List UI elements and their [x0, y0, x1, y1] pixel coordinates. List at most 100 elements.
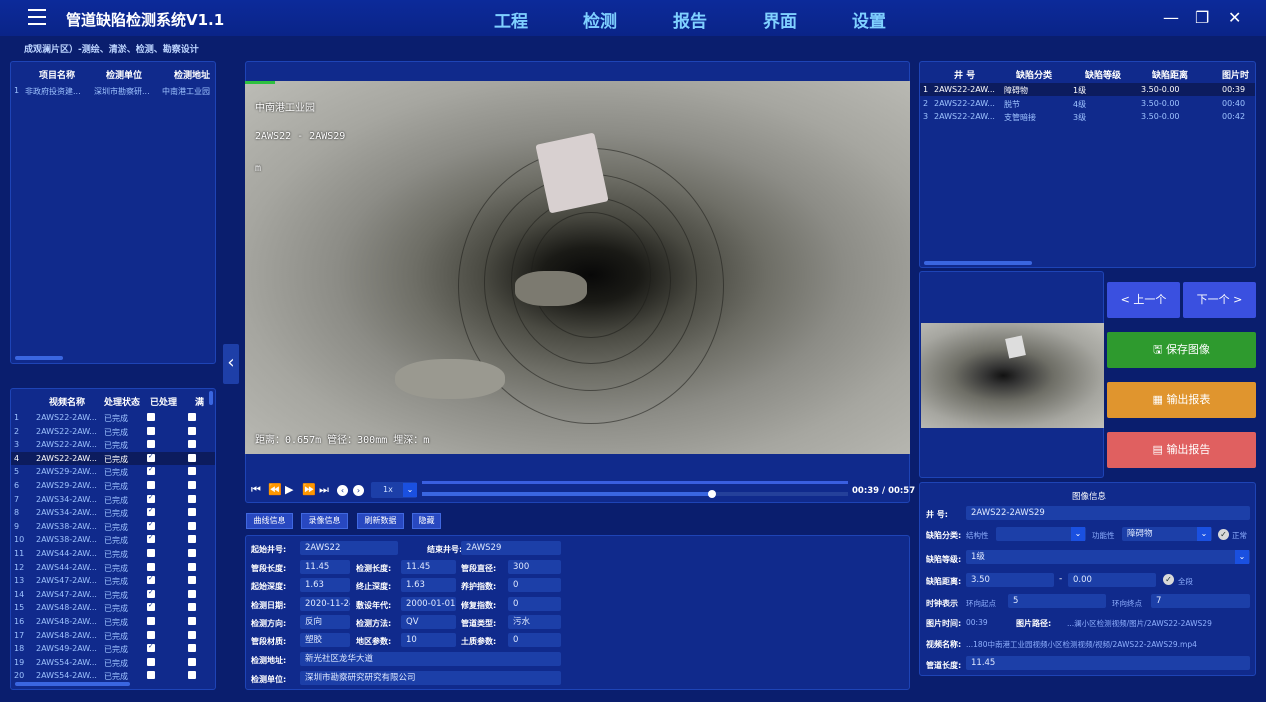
full-checkbox[interactable] [188, 481, 196, 489]
normal-check-icon[interactable]: ✓ [1218, 529, 1229, 540]
play-icon[interactable]: ▶ [285, 483, 293, 496]
next-button[interactable]: 下一个 > [1183, 282, 1256, 318]
full-checkbox[interactable] [188, 589, 196, 598]
step-forward-icon[interactable]: › [353, 485, 364, 496]
full-checkbox[interactable] [188, 576, 196, 585]
diameter-field[interactable]: 300 [508, 560, 561, 574]
hide-button[interactable]: 隐藏 [412, 513, 441, 529]
material-field[interactable]: 塑胶 [300, 633, 350, 647]
full-checkbox[interactable] [188, 521, 196, 530]
table-row[interactable]: 3 2AWS22-2AW... 支管暗接 3级 3.50-0.00 00:42 [920, 110, 1255, 123]
seek-handle[interactable] [707, 490, 716, 498]
full-checkbox[interactable] [188, 617, 196, 625]
pipe-length-field[interactable]: 11.45 [966, 656, 1250, 670]
fast-forward-icon[interactable]: ⏩ [302, 483, 316, 496]
full-section-check-icon[interactable]: ✓ [1163, 574, 1174, 585]
defect-grade-select[interactable]: 1级 [966, 550, 1250, 564]
horizontal-scrollbar[interactable] [15, 682, 130, 686]
processed-checkbox[interactable] [147, 549, 155, 557]
full-checkbox[interactable] [188, 494, 196, 503]
nav-report[interactable]: 报告 [673, 7, 707, 32]
list-item[interactable]: 4 2AWS22-2AW... 已完成 [11, 451, 215, 465]
table-row[interactable]: 2 2AWS22-2AW... 脱节 4级 3.50-0.00 00:40 [920, 97, 1255, 110]
processed-checkbox[interactable] [147, 521, 155, 530]
vertical-scrollbar[interactable] [209, 391, 213, 405]
list-item[interactable]: 20 2AWS54-2AW... 已完成 [11, 669, 215, 682]
ring-end-field[interactable]: 7 [1151, 594, 1250, 608]
address-field[interactable]: 新光社区龙华大道 [300, 652, 561, 666]
well-field[interactable]: 2AWS22-2AWS29 [966, 506, 1250, 520]
processed-checkbox[interactable] [147, 617, 155, 625]
repair-field[interactable]: 0 [508, 597, 561, 611]
rewind-icon[interactable]: ⏪ [268, 483, 282, 496]
step-back-icon[interactable]: ‹ [337, 485, 348, 496]
processed-checkbox[interactable] [147, 671, 155, 680]
prev-button[interactable]: < 上一个 [1107, 282, 1180, 318]
end-well-field[interactable]: 2AWS29 [461, 541, 561, 555]
list-item[interactable]: 17 2AWS48-2AW... 已完成 [11, 629, 215, 642]
full-checkbox[interactable] [188, 657, 196, 666]
skip-end-icon[interactable]: ⏭ [319, 483, 329, 497]
detect-date-field[interactable]: 2020-11-24 [300, 597, 350, 611]
soil-field[interactable]: 0 [508, 633, 561, 647]
full-checkbox[interactable] [188, 562, 196, 571]
full-checkbox[interactable] [188, 671, 196, 680]
processed-checkbox[interactable] [147, 494, 155, 503]
list-item[interactable]: 13 2AWS47-2AW... 已完成 [11, 574, 215, 587]
full-checkbox[interactable] [188, 549, 196, 557]
list-item[interactable]: 14 2AWS47-2AW... 已完成 [11, 588, 215, 601]
list-item[interactable]: 2 2AWS22-2AW... 已完成 [11, 425, 215, 438]
distance-from-field[interactable]: 3.50 [966, 573, 1054, 587]
end-depth-field[interactable]: 1.63 [401, 578, 456, 592]
nav-ui[interactable]: 界面 [763, 7, 797, 32]
table-row[interactable]: 1 2AWS22-2AW... 障碍物 1级 3.50-0.00 00:39 [920, 83, 1255, 96]
processed-checkbox[interactable] [147, 481, 155, 489]
speed-select[interactable]: 1x ⌄ [371, 482, 417, 498]
list-item[interactable]: 12 2AWS44-2AW... 已完成 [11, 561, 215, 574]
list-item[interactable]: 3 2AWS22-2AW... 已完成 [11, 438, 215, 451]
save-image-button[interactable]: 🖫 保存图像 [1107, 332, 1256, 368]
refresh-button[interactable]: 刷新数据 [357, 513, 404, 529]
seek-bar[interactable] [422, 490, 848, 498]
list-item[interactable]: 7 2AWS34-2AW... 已完成 [11, 493, 215, 506]
list-item[interactable]: 10 2AWS38-2AW... 已完成 [11, 533, 215, 546]
processed-checkbox[interactable] [147, 413, 155, 421]
processed-checkbox[interactable] [147, 644, 155, 653]
horizontal-scrollbar[interactable] [15, 356, 63, 360]
processed-checkbox[interactable] [147, 453, 155, 462]
list-item[interactable]: 6 2AWS29-2AW... 已完成 [11, 479, 215, 492]
processed-checkbox[interactable] [147, 562, 155, 571]
list-item[interactable]: 1 2AWS22-2AW... 已完成 [11, 411, 215, 424]
nav-settings[interactable]: 设置 [852, 7, 886, 32]
list-item[interactable]: 19 2AWS54-2AW... 已完成 [11, 656, 215, 669]
full-checkbox[interactable] [188, 426, 196, 435]
export-table-button[interactable]: ▦ 输出报表 [1107, 382, 1256, 418]
pipe-length-field[interactable]: 11.45 [300, 560, 350, 574]
full-checkbox[interactable] [188, 508, 196, 517]
processed-checkbox[interactable] [147, 603, 155, 612]
start-well-field[interactable]: 2AWS22 [300, 541, 398, 555]
full-checkbox[interactable] [188, 413, 196, 421]
full-checkbox[interactable] [188, 467, 196, 476]
tab-curve-info[interactable]: 曲线信息 [246, 513, 293, 529]
method-field[interactable]: QV [401, 615, 456, 629]
processed-checkbox[interactable] [147, 426, 155, 435]
horizontal-scrollbar[interactable] [924, 261, 1032, 265]
minimize-icon[interactable]: — [1163, 8, 1179, 27]
close-icon[interactable]: ✕ [1228, 8, 1241, 27]
restore-icon[interactable]: ❐ [1195, 8, 1209, 27]
list-item[interactable]: 9 2AWS38-2AW... 已完成 [11, 520, 215, 533]
processed-checkbox[interactable] [147, 657, 155, 666]
list-item[interactable]: 5 2AWS29-2AW... 已完成 [11, 465, 215, 478]
maintenance-field[interactable]: 0 [508, 578, 561, 592]
list-item[interactable]: 8 2AWS34-2AW... 已完成 [11, 506, 215, 519]
list-item[interactable]: 15 2AWS48-2AW... 已完成 [11, 601, 215, 614]
export-report-button[interactable]: ▤ 输出报告 [1107, 432, 1256, 468]
processed-checkbox[interactable] [147, 440, 155, 449]
processed-checkbox[interactable] [147, 630, 155, 639]
full-checkbox[interactable] [188, 630, 196, 639]
table-row[interactable]: 1 非政府投资建... 深圳市勘察研... 中南港工业园 [11, 84, 215, 97]
distance-to-field[interactable]: 0.00 [1068, 573, 1156, 587]
processed-checkbox[interactable] [147, 508, 155, 517]
full-checkbox[interactable] [188, 644, 196, 653]
